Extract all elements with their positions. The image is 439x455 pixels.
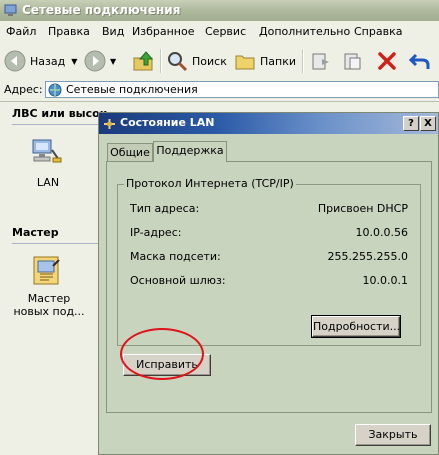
address-type-value: Присвоен DHCP — [317, 202, 408, 215]
forward-button[interactable]: ▼ — [84, 49, 116, 73]
default-gateway-label: Основной шлюз: — [130, 274, 226, 287]
close-window-button[interactable]: X — [420, 116, 436, 131]
support-tab-panel: Протокол Интернета (TCP/IP) Тип адреса: … — [106, 161, 432, 413]
copy-to-icon — [344, 53, 361, 70]
back-arrow-icon — [4, 50, 26, 72]
move-to-button[interactable] — [310, 49, 332, 73]
delete-x-icon — [378, 52, 396, 70]
wizard-label-line1: Мастер — [27, 292, 71, 305]
close-button-label: Закрыть — [368, 428, 418, 441]
menu-help[interactable]: Справка — [354, 25, 402, 38]
menu-file[interactable]: Файл — [6, 25, 36, 38]
up-folder-button[interactable] — [132, 49, 156, 73]
move-to-icon — [312, 53, 329, 70]
copy-to-button[interactable] — [342, 49, 364, 73]
forward-dropdown-icon[interactable]: ▼ — [110, 57, 116, 66]
network-globe-icon — [48, 83, 62, 97]
subnet-mask-value: 255.255.255.0 — [327, 250, 408, 263]
folders-icon — [235, 55, 255, 70]
search-icon — [168, 52, 188, 72]
back-dropdown-icon[interactable]: ▼ — [71, 57, 77, 66]
dialog-title: Состояние LAN — [120, 116, 215, 129]
network-connections-icon — [4, 4, 17, 16]
group-divider — [12, 124, 98, 125]
undo-button[interactable] — [408, 49, 432, 73]
up-folder-icon — [133, 51, 154, 71]
wizard-label-line2: новых под... — [13, 305, 85, 318]
window-title: Сетевые подключения — [22, 3, 181, 17]
ip-address-label: IP-адрес: — [130, 226, 182, 239]
wizard-label: Мастер новых под... — [10, 292, 88, 318]
subnet-mask-label: Маска подсети: — [130, 250, 221, 263]
repair-button-label: Исправить — [136, 358, 198, 371]
tab-general[interactable]: Общие — [107, 143, 153, 161]
address-label: Адрес: — [4, 83, 43, 96]
group-divider — [12, 243, 98, 244]
menu-favorites[interactable]: Избранное — [132, 25, 194, 38]
toolbar-separator — [160, 49, 162, 73]
back-button[interactable]: Назад ▼ — [4, 49, 77, 73]
close-button[interactable]: Закрыть — [355, 424, 431, 446]
menu-view[interactable]: Вид — [102, 25, 124, 38]
repair-button[interactable]: Исправить — [123, 354, 211, 376]
network-connection-icon — [104, 119, 115, 129]
undo-icon — [408, 53, 430, 69]
forward-arrow-icon — [84, 50, 106, 72]
folders-label: Папки — [260, 54, 296, 68]
menu-tools[interactable]: Сервис — [205, 25, 246, 38]
details-button-label: Подробности... — [313, 320, 401, 333]
address-bar: Адрес: Сетевые подключения — [0, 79, 439, 102]
tab-support[interactable]: Поддержка — [153, 141, 227, 162]
dialog-titlebar[interactable]: Состояние LAN ? X — [99, 113, 438, 134]
menu-advanced[interactable]: Дополнительно — [259, 25, 350, 38]
wizard-icon[interactable] — [31, 254, 63, 291]
default-gateway-value: 10.0.0.1 — [362, 274, 408, 287]
back-label: Назад — [30, 54, 66, 68]
search-button[interactable]: Поиск — [166, 49, 227, 73]
toolbar-separator — [302, 49, 304, 73]
address-type-label: Тип адреса: — [130, 202, 200, 215]
help-button[interactable]: ? — [403, 116, 419, 131]
delete-button[interactable] — [376, 49, 398, 73]
toolbar: Назад ▼ ▼ Поиск Папки — [0, 43, 439, 80]
groupbox-title: Протокол Интернета (TCP/IP) — [124, 177, 296, 190]
ip-address-value: 10.0.0.56 — [355, 226, 408, 239]
lan-connection-icon[interactable] — [30, 136, 62, 171]
group-header-master: Мастер — [12, 226, 59, 239]
folders-button[interactable]: Папки — [234, 49, 296, 73]
lan-status-dialog: Состояние LAN ? X Общие Поддержка Проток… — [98, 112, 439, 455]
menu-bar: Файл Правка Вид Избранное Сервис Дополни… — [0, 21, 439, 44]
lan-icon-label: LAN — [36, 176, 60, 189]
address-field[interactable]: Сетевые подключения — [45, 81, 439, 98]
details-button[interactable]: Подробности... — [311, 315, 401, 338]
main-window-titlebar[interactable]: Сетевые подключения — [0, 0, 439, 21]
address-value: Сетевые подключения — [66, 83, 198, 96]
menu-edit[interactable]: Правка — [48, 25, 90, 38]
group-header-lan: ЛВС или высок — [12, 107, 108, 120]
search-label: Поиск — [192, 54, 227, 68]
tcpip-groupbox: Протокол Интернета (TCP/IP) Тип адреса: … — [117, 177, 421, 346]
